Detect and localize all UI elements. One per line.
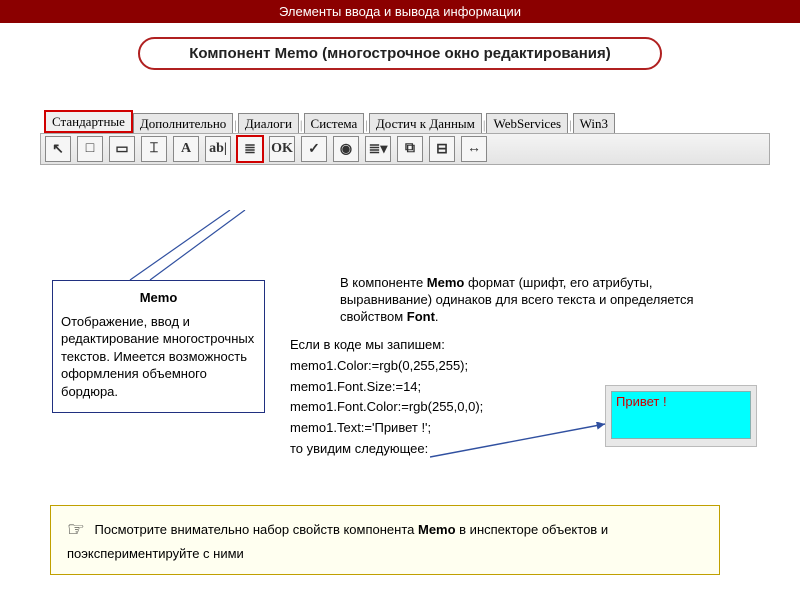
title-prefix: Компонент: [189, 45, 274, 62]
palette-tabs: Стандартные Дополнительно | Диалоги | Си…: [40, 110, 770, 133]
tool-label-icon[interactable]: A: [173, 136, 199, 162]
tab-data-access[interactable]: Достич к Данным: [369, 113, 482, 133]
component-palette: Стандартные Дополнительно | Диалоги | Си…: [40, 110, 770, 165]
code-line: memo1.Color:=rgb(0,255,255);: [290, 356, 483, 377]
tab-additional[interactable]: Дополнительно: [133, 113, 233, 133]
tool-pointer-icon[interactable]: ↖: [45, 136, 71, 162]
tool-groupbox-icon[interactable]: ↔: [461, 136, 487, 162]
tab-webservices[interactable]: WebServices: [486, 113, 568, 133]
page-header: Элементы ввода и вывода информации: [0, 0, 800, 23]
code-intro: Если в коде мы запишем:: [290, 335, 483, 356]
title-suffix: (многострочное окно редактирования): [318, 45, 611, 62]
memo-box-title: Memo: [61, 289, 256, 307]
code-example: Если в коде мы запишем: memo1.Color:=rgb…: [290, 335, 483, 460]
title-bold: Memo: [275, 45, 318, 62]
tool-memo-icon[interactable]: ≣: [237, 136, 263, 162]
code-outro: то увидим следующее:: [290, 439, 483, 460]
tool-button-icon[interactable]: OK: [269, 136, 295, 162]
memo-output: Привет !: [611, 391, 751, 439]
tab-standard[interactable]: Стандартные: [44, 110, 133, 133]
pointing-hand-icon: ☞: [67, 519, 85, 541]
tool-listbox-icon[interactable]: ≣▾: [365, 136, 391, 162]
memo-box-text: Отображение, ввод и редактирование много…: [61, 313, 256, 401]
memo-description-box: Memo Отображение, ввод и редактирование …: [52, 280, 265, 413]
tool-panel-icon[interactable]: ▭: [109, 136, 135, 162]
tool-combobox-icon[interactable]: ⧉: [397, 136, 423, 162]
tool-frame-icon[interactable]: □: [77, 136, 103, 162]
format-paragraph: В компоненте Memo формат (шрифт, его атр…: [340, 275, 730, 326]
callout-lines: [120, 210, 260, 290]
tool-scrollbar-icon[interactable]: ⊟: [429, 136, 455, 162]
palette-toolbar: ↖ □ ▭ ⌶ A ab| ≣ OK ✓ ◉ ≣▾ ⧉ ⊟ ↔: [40, 133, 770, 165]
tab-win3[interactable]: Win3: [573, 113, 615, 133]
code-line: memo1.Font.Size:=14;: [290, 377, 483, 398]
code-line: memo1.Font.Color:=rgb(255,0,0);: [290, 397, 483, 418]
tool-radiobutton-icon[interactable]: ◉: [333, 136, 359, 162]
tool-edit-icon[interactable]: ab|: [205, 136, 231, 162]
tab-system[interactable]: Система: [304, 113, 365, 133]
tool-mainmenu-icon[interactable]: ⌶: [141, 136, 167, 162]
tab-dialogs[interactable]: Диалоги: [238, 113, 299, 133]
tip-box: ☞ Посмотрите внимательно набор свойств к…: [50, 505, 720, 575]
page-title: Компонент Memo (многострочное окно редак…: [138, 37, 662, 70]
tool-checkbox-icon[interactable]: ✓: [301, 136, 327, 162]
output-preview: Привет !: [605, 385, 757, 447]
code-line: memo1.Text:='Привет !';: [290, 418, 483, 439]
